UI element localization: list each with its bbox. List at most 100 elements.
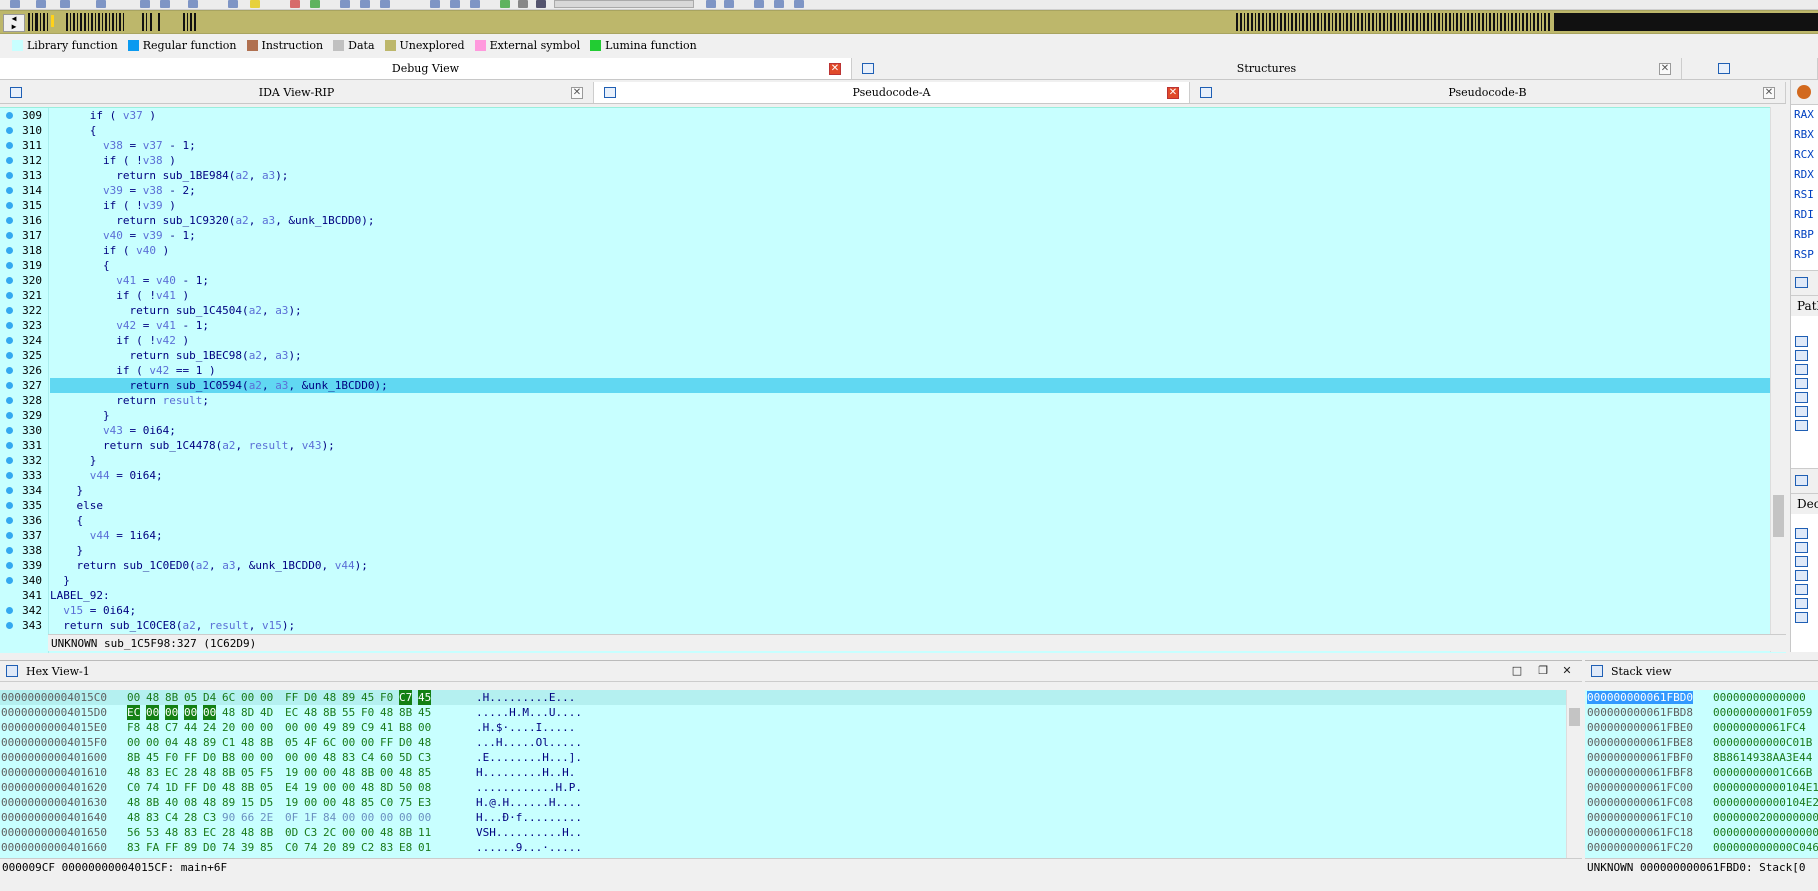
hex-byte[interactable]: 19: [304, 780, 317, 795]
stack-row[interactable]: 000000000061FC08 00000000000104E2: [1587, 795, 1818, 810]
variable-token[interactable]: v39: [143, 199, 163, 212]
hex-row[interactable]: 0000000000401620 C0 74 1D FF D0 48 8B 05 E4 19 00 00…: [0, 780, 1566, 795]
toolbar-icon[interactable]: [724, 0, 734, 8]
variable-token[interactable]: v37: [143, 139, 163, 152]
code-line[interactable]: if ( !v41 ): [50, 288, 189, 303]
variable-token[interactable]: v37: [123, 109, 143, 122]
toolbar-icon[interactable]: [250, 0, 260, 8]
hex-byte[interactable]: 48: [146, 720, 159, 735]
hex-byte[interactable]: F8: [127, 720, 140, 735]
variable-token[interactable]: v40: [136, 244, 156, 257]
variable-token[interactable]: v43: [103, 424, 123, 437]
line-number[interactable]: 332: [0, 453, 48, 468]
hex-byte[interactable]: 00: [399, 810, 412, 825]
toolbar-icon[interactable]: [774, 0, 784, 8]
breakpoint-dot-icon[interactable]: [6, 412, 13, 419]
thread-icon[interactable]: [1795, 528, 1808, 539]
hex-byte[interactable]: 08: [184, 795, 197, 810]
hex-byte[interactable]: 05: [241, 765, 254, 780]
line-number[interactable]: 330: [0, 423, 48, 438]
hex-byte[interactable]: 4D: [260, 705, 273, 720]
line-number[interactable]: 329: [0, 408, 48, 423]
hex-byte[interactable]: 8B: [399, 825, 412, 840]
hex-byte[interactable]: 00: [323, 780, 336, 795]
hex-byte[interactable]: D0: [304, 690, 317, 705]
hex-byte[interactable]: D4: [203, 690, 216, 705]
hex-byte[interactable]: 89: [342, 720, 355, 735]
close-icon[interactable]: ✕: [1763, 87, 1775, 99]
stack-row[interactable]: 000000000061FC18 00000000000000003: [1587, 825, 1818, 840]
hex-byte[interactable]: 74: [222, 840, 235, 855]
variable-token[interactable]: v15: [63, 604, 83, 617]
hex-byte[interactable]: 19: [285, 795, 298, 810]
code-line[interactable]: if ( v42 == 1 ): [50, 363, 215, 378]
hex-byte[interactable]: 00: [285, 750, 298, 765]
hex-byte[interactable]: E4: [285, 780, 298, 795]
breakpoint-dot-icon[interactable]: [6, 457, 13, 464]
hex-byte[interactable]: 6C: [222, 690, 235, 705]
hex-byte[interactable]: 83: [146, 810, 159, 825]
breakpoint-dot-icon[interactable]: [6, 337, 13, 344]
hex-byte[interactable]: 00: [184, 705, 198, 720]
breakpoint-dot-icon[interactable]: [6, 292, 13, 299]
line-number[interactable]: 322: [0, 303, 48, 318]
module-icon[interactable]: [1795, 350, 1808, 361]
variable-token[interactable]: result: [249, 439, 289, 452]
code-line[interactable]: LABEL_92:: [50, 588, 110, 603]
line-number[interactable]: 327: [0, 378, 48, 393]
hex-byte[interactable]: 00: [127, 735, 140, 750]
close-icon[interactable]: ✕: [1167, 87, 1179, 99]
variable-token[interactable]: a2: [182, 619, 195, 632]
variable-token[interactable]: v41: [116, 274, 136, 287]
hex-byte[interactable]: 56: [127, 825, 140, 840]
breakpoint-dot-icon[interactable]: [6, 517, 13, 524]
hex-byte[interactable]: C1: [222, 735, 235, 750]
variable-token[interactable]: a2: [222, 439, 235, 452]
hex-byte[interactable]: 39: [241, 840, 254, 855]
variable-token[interactable]: result: [163, 394, 203, 407]
breakpoint-dot-icon[interactable]: [6, 277, 13, 284]
hex-byte[interactable]: 00: [361, 735, 374, 750]
hex-byte[interactable]: FF: [184, 780, 197, 795]
hex-byte[interactable]: 05: [285, 735, 298, 750]
hex-byte[interactable]: 48: [146, 690, 159, 705]
line-number[interactable]: 338: [0, 543, 48, 558]
hex-byte[interactable]: 83: [146, 765, 159, 780]
line-number[interactable]: 324: [0, 333, 48, 348]
breakpoint-dot-icon[interactable]: [6, 532, 13, 539]
pseudocode-view[interactable]: 309 310 311 312 313 314 315 316 317 318 319 320 321 3…: [0, 107, 1786, 653]
code-line[interactable]: v38 = v37 - 1;: [50, 138, 196, 153]
hex-byte[interactable]: 48: [380, 825, 393, 840]
code-line[interactable]: v43 = 0i64;: [50, 423, 176, 438]
hex-row[interactable]: 0000000000401650 56 53 48 83 EC 28 48 8B 0D C3 2C 00…: [0, 825, 1566, 840]
hex-byte[interactable]: 74: [304, 840, 317, 855]
hex-byte[interactable]: 00: [260, 690, 273, 705]
hex-byte[interactable]: 04: [165, 735, 178, 750]
hex-byte[interactable]: 5D: [399, 750, 412, 765]
hex-byte[interactable]: EC: [165, 765, 178, 780]
hex-byte[interactable]: D0: [203, 840, 216, 855]
hex-byte[interactable]: 2E: [260, 810, 273, 825]
module-icon[interactable]: [1795, 392, 1808, 403]
hex-byte[interactable]: 1F: [304, 810, 317, 825]
hex-byte[interactable]: 24: [203, 720, 216, 735]
variable-token[interactable]: v42: [116, 319, 136, 332]
breakpoint-dot-icon[interactable]: [6, 322, 13, 329]
hex-byte[interactable]: C0: [285, 840, 298, 855]
hex-byte[interactable]: E8: [399, 840, 412, 855]
hex-byte[interactable]: D0: [399, 735, 412, 750]
module-icon[interactable]: [1795, 406, 1808, 417]
hex-byte[interactable]: 6C: [323, 735, 336, 750]
register-label[interactable]: RDI: [1794, 208, 1814, 221]
toolbar-icon[interactable]: [360, 0, 370, 8]
hex-byte[interactable]: 00: [165, 705, 179, 720]
hex-byte[interactable]: F0: [165, 750, 178, 765]
tab-extra[interactable]: [1682, 58, 1818, 79]
breakpoint-dot-icon[interactable]: [6, 187, 13, 194]
hex-byte[interactable]: 74: [146, 780, 159, 795]
hex-byte[interactable]: 00: [342, 735, 355, 750]
code-line[interactable]: if ( !v39 ): [50, 198, 176, 213]
line-number[interactable]: 336: [0, 513, 48, 528]
hex-byte[interactable]: 53: [146, 825, 159, 840]
line-number[interactable]: 315: [0, 198, 48, 213]
